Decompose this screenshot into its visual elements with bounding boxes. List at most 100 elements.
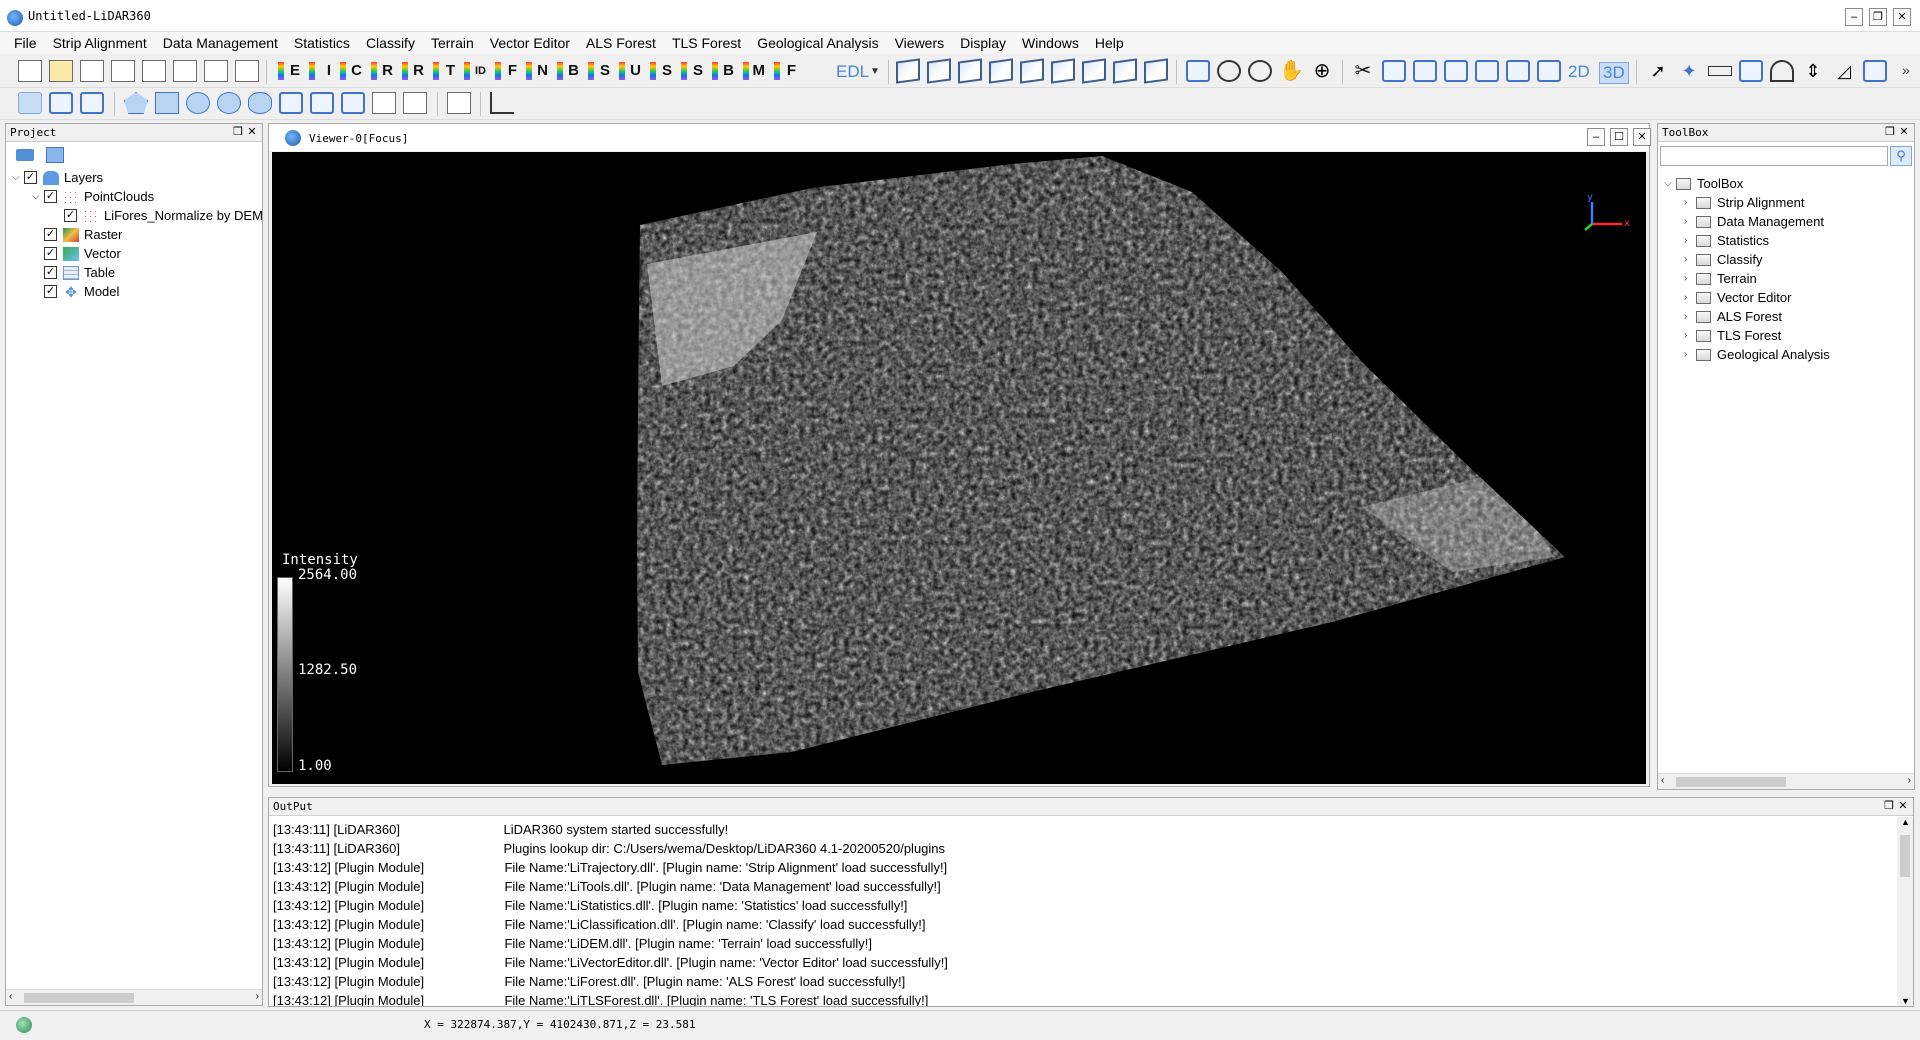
vector-checkbox[interactable]: ✓ xyxy=(44,247,57,260)
properties-icon[interactable] xyxy=(173,60,197,82)
menu-terrain[interactable]: Terrain xyxy=(423,32,482,54)
view-iso-front-icon[interactable] xyxy=(1082,58,1106,84)
toolbox-item-statistics[interactable]: › Statistics xyxy=(1684,231,1769,250)
lasso-select-icon[interactable] xyxy=(248,92,272,114)
toolbox-item-tls-forest[interactable]: › TLS Forest xyxy=(1684,326,1781,345)
collapse-arrow-icon[interactable]: › xyxy=(1684,273,1696,284)
toolbox-item-vector-editor[interactable]: › Vector Editor xyxy=(1684,288,1791,307)
pointclouds-checkbox[interactable]: ✓ xyxy=(44,190,57,203)
float-panel-icon[interactable]: ❐ xyxy=(1884,126,1896,138)
model-checkbox[interactable]: ✓ xyxy=(44,285,57,298)
viewer-close-button[interactable]: ✕ xyxy=(1633,128,1651,146)
float-panel-icon[interactable]: ❐ xyxy=(1883,800,1895,812)
select-in-icon[interactable] xyxy=(279,92,303,114)
toolbox-item-data-management[interactable]: › Data Management xyxy=(1684,212,1824,231)
toolbox-item-terrain[interactable]: › Terrain xyxy=(1684,269,1757,288)
color-by-b-icon[interactable]: B xyxy=(555,60,581,82)
menu-display[interactable]: Display xyxy=(952,32,1014,54)
tree-layers[interactable]: ⌵ ✓ Layers xyxy=(12,168,103,187)
viewer-maximize-button[interactable]: ☐ xyxy=(1610,128,1628,146)
expand-arrow-icon[interactable]: ⌵ xyxy=(1664,178,1676,189)
delete-icon[interactable] xyxy=(142,60,166,82)
scroll-left-icon[interactable]: ‹ xyxy=(1661,775,1664,786)
menu-help[interactable]: Help xyxy=(1087,32,1132,54)
menu-strip-alignment[interactable]: Strip Alignment xyxy=(45,32,155,54)
toolbox-item-strip-alignment[interactable]: › Strip Alignment xyxy=(1684,193,1804,212)
collapse-arrow-icon[interactable]: › xyxy=(1684,216,1696,227)
tree-vector[interactable]: ✓ Vector xyxy=(44,244,121,263)
table-checkbox[interactable]: ✓ xyxy=(44,266,57,279)
view-iso-back-icon[interactable] xyxy=(1113,58,1137,84)
menu-vector-editor[interactable]: Vector Editor xyxy=(482,32,578,54)
restore-button[interactable]: ❐ xyxy=(1869,8,1887,26)
scroll-down-icon[interactable]: ▼ xyxy=(1901,996,1910,1006)
color-by-return-icon[interactable]: R xyxy=(400,60,426,82)
measure-height-icon[interactable]: ⇕ xyxy=(1801,60,1825,82)
close-panel-icon[interactable]: ✕ xyxy=(246,126,258,138)
add-data-icon[interactable] xyxy=(80,60,104,82)
layer-manager-icon[interactable] xyxy=(46,147,64,163)
camera-icon[interactable] xyxy=(1537,60,1561,82)
measure-distance-icon[interactable] xyxy=(1708,66,1732,76)
collapse-arrow-icon[interactable]: › xyxy=(1684,311,1696,322)
pick-point-icon[interactable]: ✦ xyxy=(1677,60,1701,82)
menu-als-forest[interactable]: ALS Forest xyxy=(578,32,664,54)
menu-geological-analysis[interactable]: Geological Analysis xyxy=(749,32,886,54)
pick-center-icon[interactable]: ⊕ xyxy=(1310,60,1334,82)
close-panel-icon[interactable]: ✕ xyxy=(1898,126,1910,138)
save-as-icon[interactable] xyxy=(235,60,259,82)
menu-statistics[interactable]: Statistics xyxy=(286,32,358,54)
close-window-button[interactable]: ✕ xyxy=(1893,8,1911,26)
color-by-number-icon[interactable]: N xyxy=(524,60,550,82)
profile-icon[interactable] xyxy=(1475,60,1499,82)
measure-area-icon[interactable] xyxy=(1739,60,1763,82)
toolbox-item-classify[interactable]: › Classify xyxy=(1684,250,1763,269)
select-out-icon[interactable] xyxy=(310,92,334,114)
zoom-in-icon[interactable] xyxy=(1217,60,1241,82)
project-hscroll-thumb[interactable] xyxy=(24,993,134,1003)
rotate-icon[interactable] xyxy=(1382,60,1406,82)
menu-tls-forest[interactable]: TLS Forest xyxy=(664,32,749,54)
tree-pointcloud-file[interactable]: ✓ LiFores_Normalize by DEM xyxy=(64,206,264,225)
scroll-left-icon[interactable]: ‹ xyxy=(9,991,12,1002)
color-by-scan-icon[interactable]: S xyxy=(586,60,612,82)
color-by-f-icon[interactable]: F xyxy=(772,60,798,82)
output-vscrollbar[interactable]: ▲ ▼ xyxy=(1897,817,1913,1006)
select-pointer-icon[interactable]: ➚ xyxy=(1646,60,1670,82)
color-by-flag-icon[interactable]: F xyxy=(493,60,519,82)
toolbox-search-input[interactable] xyxy=(1660,146,1888,166)
display-points-icon[interactable] xyxy=(18,92,42,114)
collapse-arrow-icon[interactable]: › xyxy=(1684,197,1696,208)
pointcloud-file-checkbox[interactable]: ✓ xyxy=(64,209,77,222)
circle-select-icon[interactable] xyxy=(186,92,210,114)
view-2d-button[interactable]: 2D xyxy=(1568,62,1590,82)
toolbox-hscrollbar[interactable]: ‹ › xyxy=(1658,773,1914,789)
measure-volume-icon[interactable] xyxy=(1863,60,1887,82)
display-box-icon[interactable] xyxy=(80,92,104,114)
zoom-out-icon[interactable] xyxy=(1248,60,1272,82)
toolbox-item-als-forest[interactable]: › ALS Forest xyxy=(1684,307,1782,326)
display-wire-icon[interactable] xyxy=(49,92,73,114)
expand-arrow-icon[interactable]: ⌵ xyxy=(32,191,44,202)
float-panel-icon[interactable]: ❐ xyxy=(232,126,244,138)
view-perspective-icon[interactable] xyxy=(1144,58,1168,84)
view-top-icon[interactable] xyxy=(896,58,920,84)
apply-selection-icon[interactable] xyxy=(403,92,427,114)
scroll-right-icon[interactable]: › xyxy=(256,991,259,1002)
view-bottom-icon[interactable] xyxy=(927,58,951,84)
snapshot-icon[interactable] xyxy=(1506,60,1530,82)
color-by-blend-icon[interactable]: B xyxy=(710,60,736,82)
view-3d-button[interactable]: 3D xyxy=(1599,62,1629,84)
export-selection-icon[interactable] xyxy=(372,92,396,114)
expand-arrow-icon[interactable]: ⌵ xyxy=(12,172,24,183)
menu-viewers[interactable]: Viewers xyxy=(887,32,953,54)
scroll-up-icon[interactable]: ▲ xyxy=(1901,817,1910,827)
edl-dropdown-icon[interactable]: ▼ xyxy=(870,66,880,77)
color-by-elevation-icon[interactable]: E xyxy=(276,60,302,82)
open-folder-icon[interactable] xyxy=(49,60,73,82)
color-by-id-icon[interactable]: ID xyxy=(462,60,488,82)
collapse-arrow-icon[interactable]: › xyxy=(1684,254,1696,265)
project-hscrollbar[interactable]: ‹ › xyxy=(6,989,262,1005)
toolbox-root[interactable]: ⌵ ToolBox xyxy=(1664,174,1743,193)
copy-icon[interactable] xyxy=(111,60,135,82)
